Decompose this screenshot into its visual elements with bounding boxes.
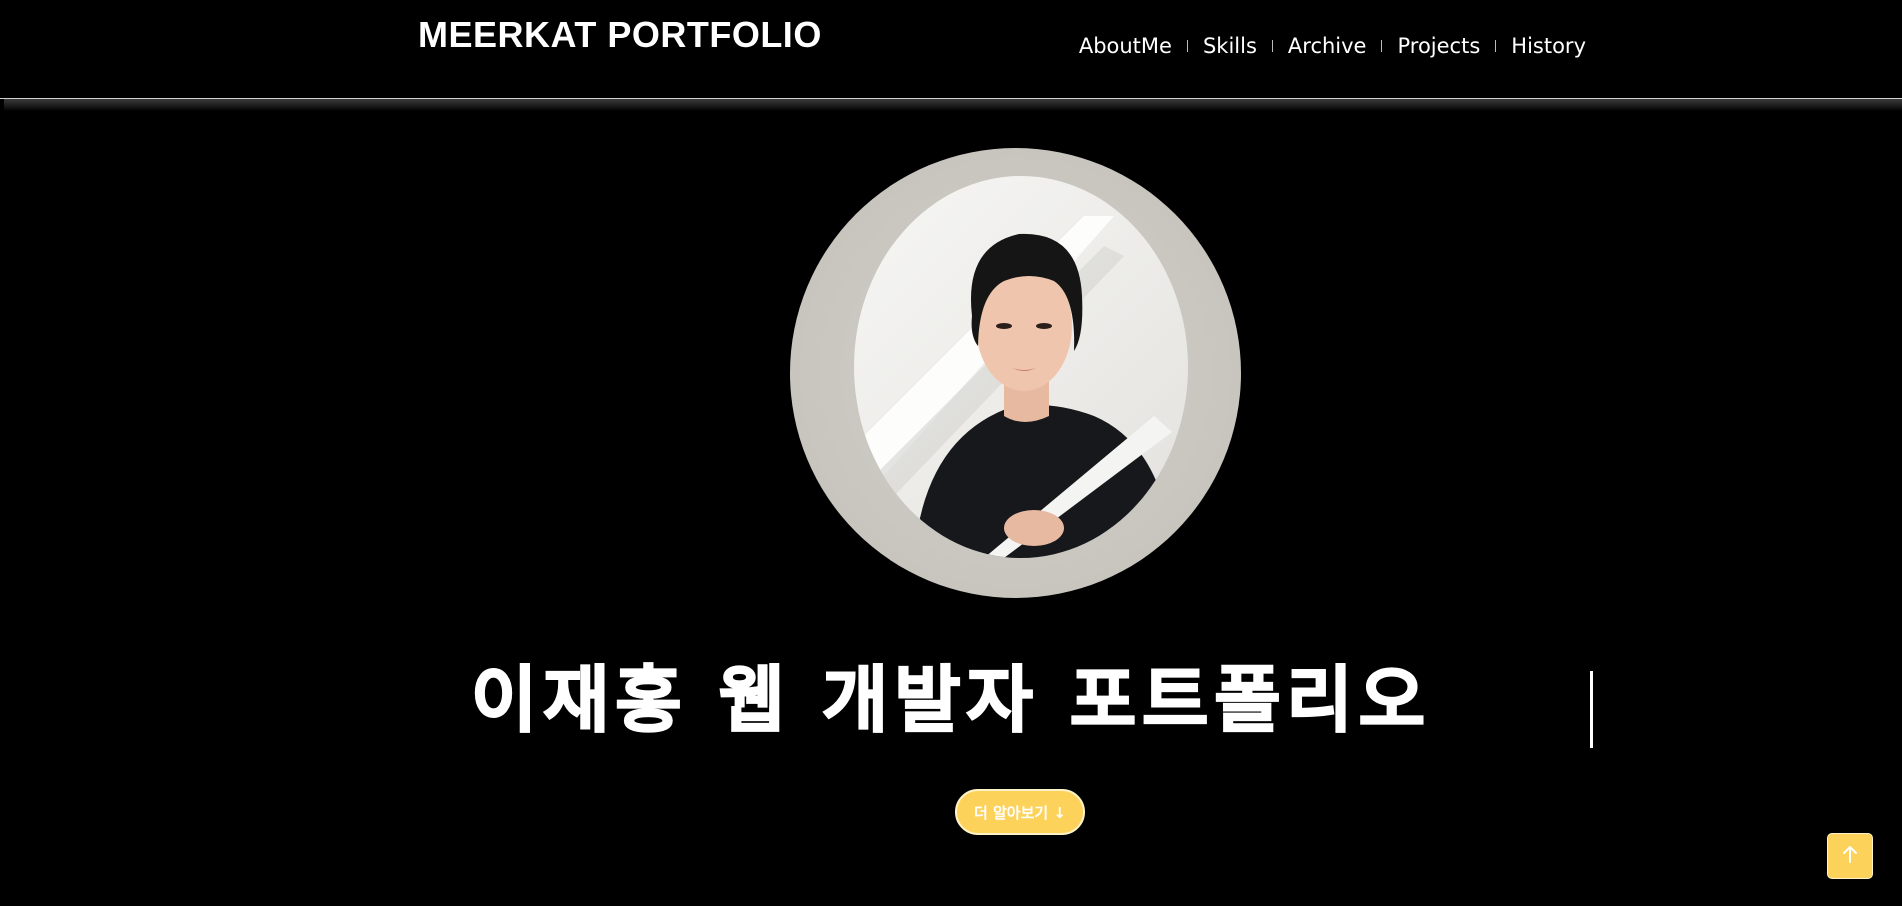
- profile-photo-frame: [790, 148, 1241, 598]
- header-shadow: [4, 99, 1902, 111]
- hero-title: 이재홍 웹 개발자 포트폴리오: [470, 657, 1432, 743]
- nav-divider: [1271, 40, 1273, 52]
- nav-item-history[interactable]: History: [1511, 34, 1586, 58]
- nav-divider: [1186, 40, 1188, 52]
- site-logo[interactable]: MEERKAT PORTFOLIO: [418, 14, 822, 56]
- nav-divider: [1381, 40, 1383, 52]
- learn-more-button[interactable]: 더 알아보기 ↓: [955, 789, 1085, 835]
- nav-item-aboutme[interactable]: AboutMe: [1079, 34, 1172, 58]
- arrow-up-icon: [1841, 844, 1859, 868]
- site-header: MEERKAT PORTFOLIO AboutMe Skills Archive…: [0, 0, 1902, 99]
- profile-photo: [854, 176, 1188, 558]
- nav-item-skills[interactable]: Skills: [1203, 34, 1257, 58]
- scroll-top-button[interactable]: [1827, 833, 1873, 879]
- main-nav: AboutMe Skills Archive Projects History: [1079, 30, 1586, 62]
- typing-cursor: [1590, 671, 1593, 748]
- nav-item-archive[interactable]: Archive: [1288, 34, 1367, 58]
- nav-item-projects[interactable]: Projects: [1397, 34, 1480, 58]
- nav-divider: [1495, 40, 1497, 52]
